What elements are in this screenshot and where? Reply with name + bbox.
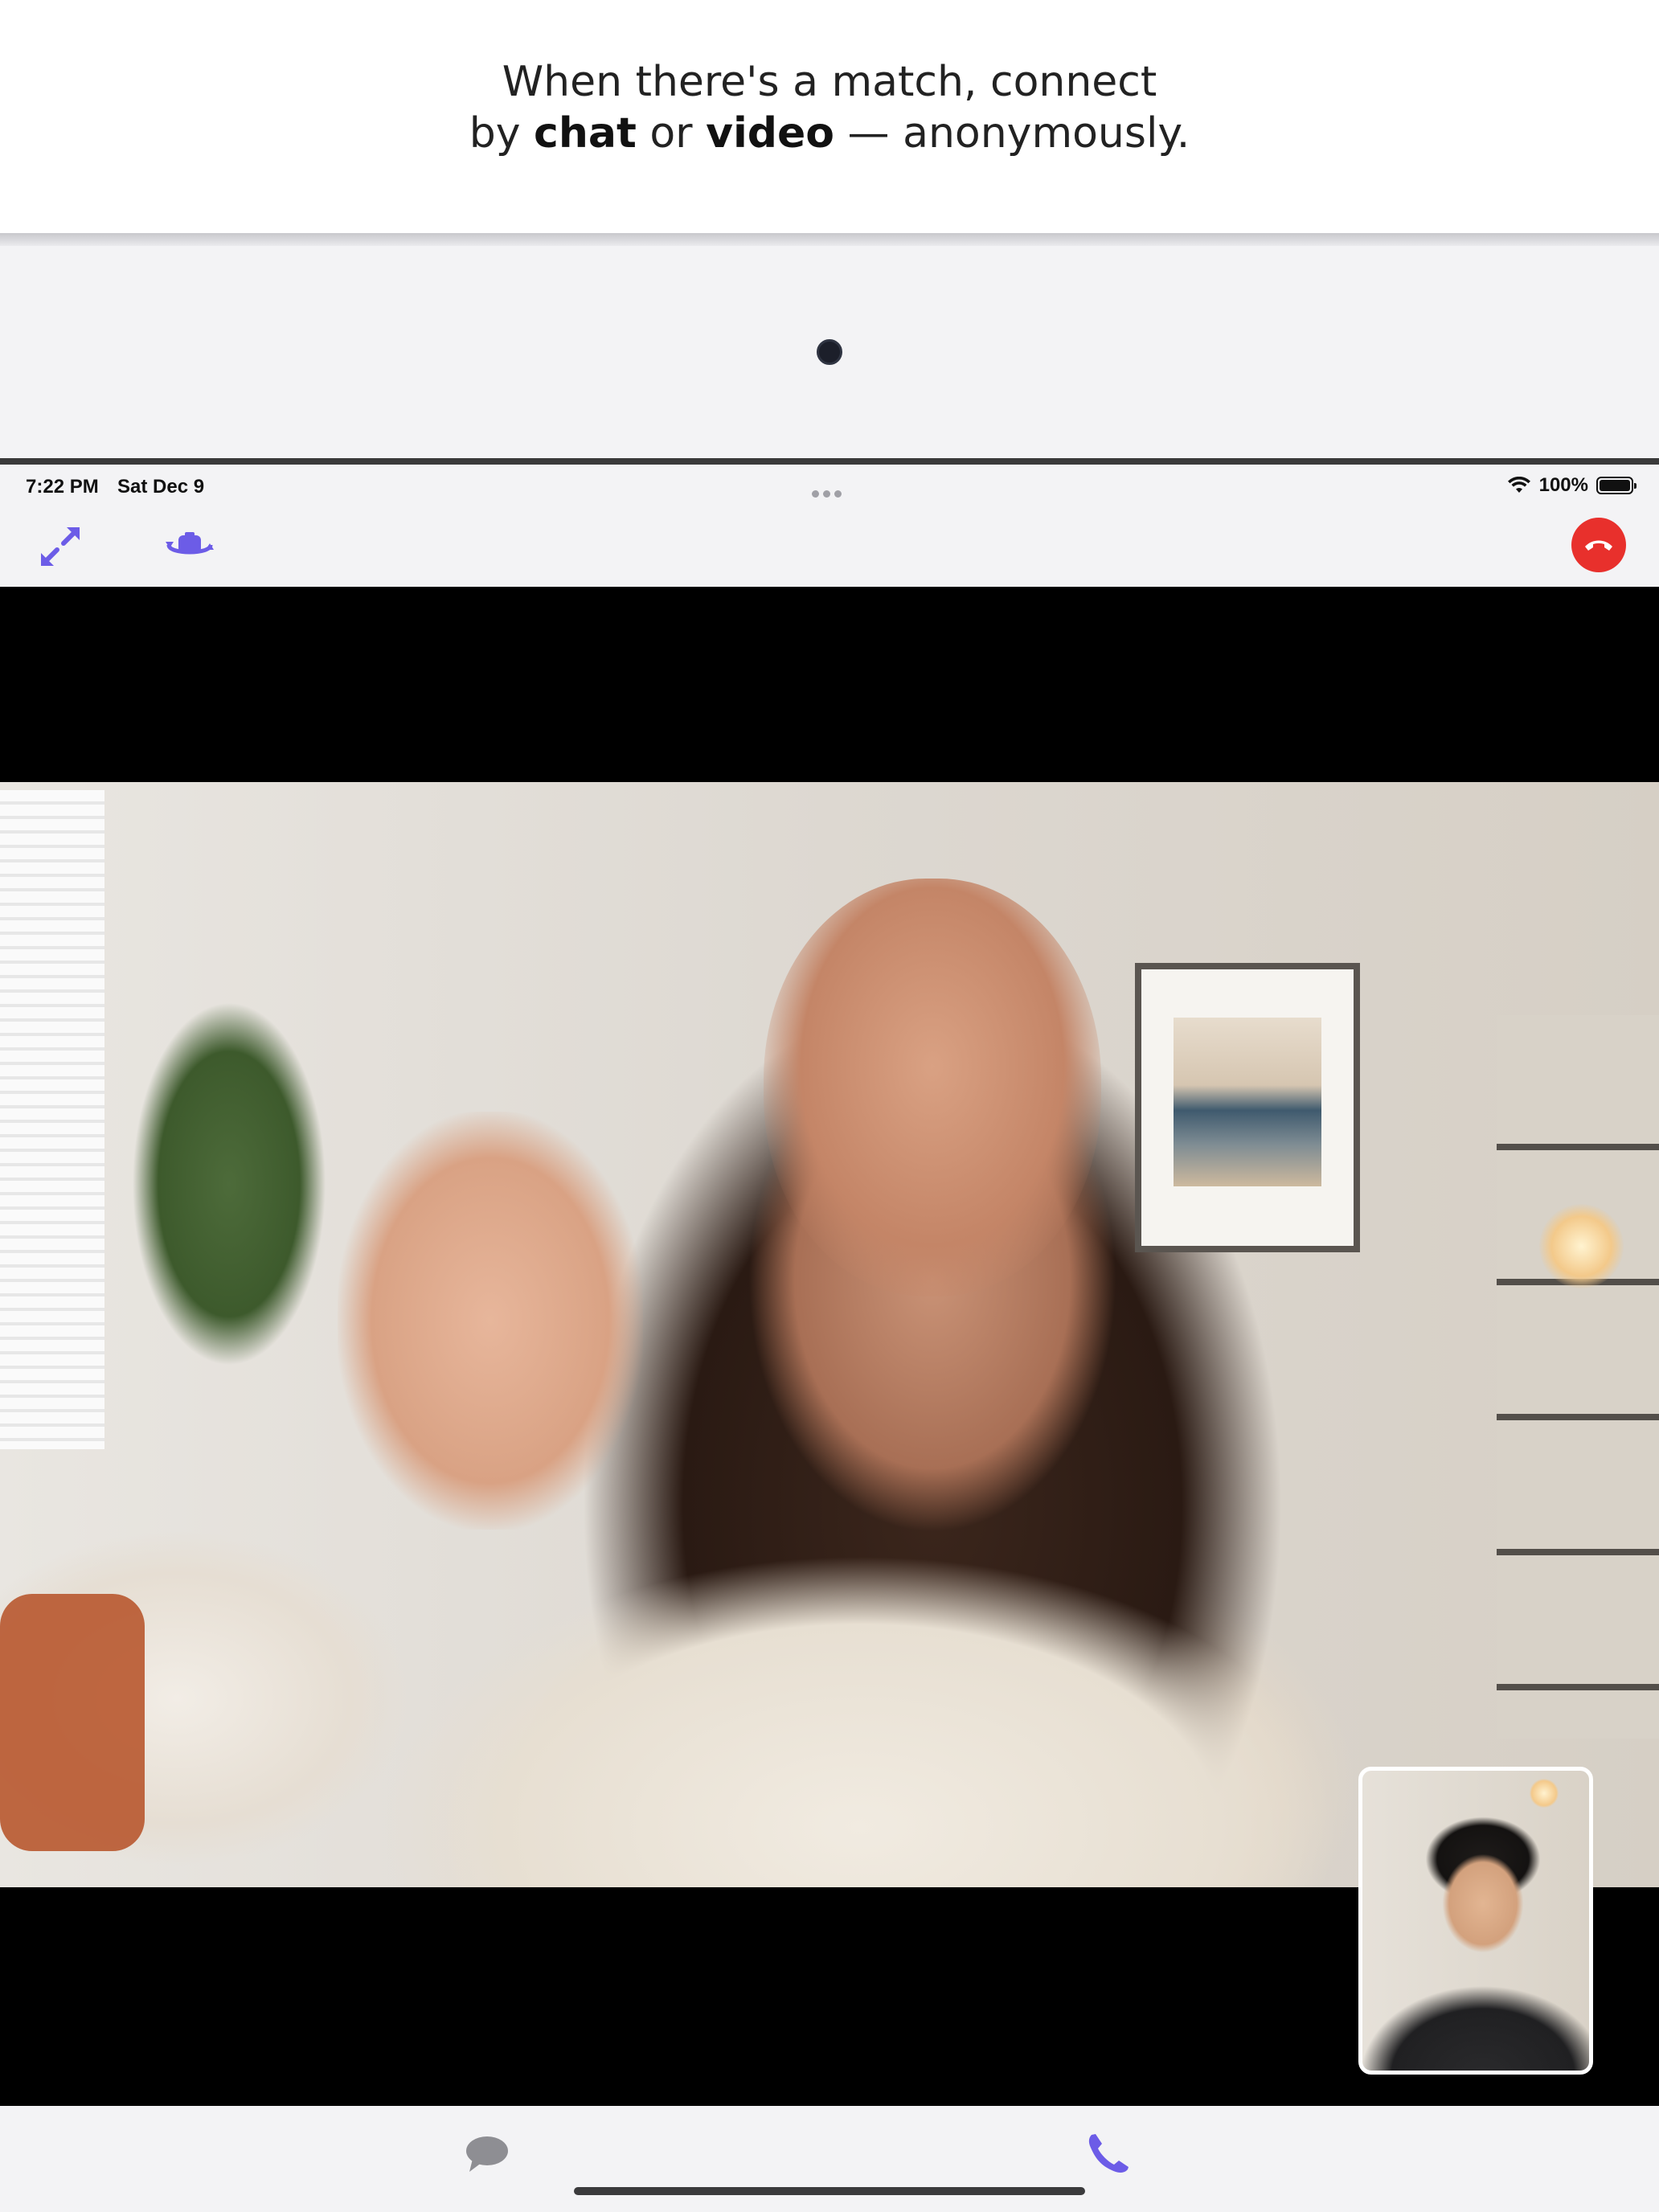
remote-participant-video[interactable] bbox=[0, 782, 1659, 1887]
hang-up-button[interactable] bbox=[1571, 518, 1626, 572]
status-time: 7:22 PM bbox=[26, 476, 99, 498]
caption-chat-word: chat bbox=[534, 109, 637, 158]
caption-line-1: When there's a match, connect bbox=[502, 58, 1157, 106]
tab-call[interactable] bbox=[1083, 2130, 1132, 2178]
call-toolbar bbox=[0, 510, 1659, 587]
background-window bbox=[0, 790, 104, 1449]
caption-text: or bbox=[636, 109, 707, 158]
multitasking-dots-icon[interactable] bbox=[812, 481, 847, 498]
participant-sweater bbox=[273, 1489, 1447, 1887]
background-plant bbox=[96, 943, 362, 1489]
flip-camera-icon bbox=[166, 532, 214, 555]
background-shelf bbox=[1497, 1015, 1659, 1739]
chat-bubble-icon bbox=[466, 2136, 508, 2172]
home-indicator[interactable] bbox=[574, 2187, 1085, 2195]
battery-icon bbox=[1596, 477, 1636, 494]
participant-waving-hand bbox=[338, 1112, 643, 1530]
background-pillow bbox=[0, 1594, 145, 1851]
screen-edge bbox=[0, 458, 1659, 465]
expand-button[interactable] bbox=[32, 521, 88, 572]
status-right-group: 100% bbox=[1507, 473, 1636, 498]
expand-icon bbox=[41, 527, 80, 566]
tab-chat[interactable] bbox=[465, 2135, 510, 2175]
status-date: Sat Dec 9 bbox=[117, 476, 205, 498]
participant-face bbox=[764, 879, 1101, 1296]
background-lamp bbox=[1539, 1204, 1624, 1288]
background-wall-art bbox=[1135, 963, 1360, 1252]
marketing-caption: When there's a match, connect by chat or… bbox=[0, 56, 1659, 159]
caption-text: by bbox=[469, 109, 535, 158]
caption-video-word: video bbox=[706, 109, 835, 158]
self-view-video[interactable] bbox=[1358, 1767, 1593, 2075]
caption-text: — anonymously. bbox=[834, 109, 1190, 158]
flip-camera-button[interactable] bbox=[158, 521, 222, 572]
self-view-lamp bbox=[1530, 1779, 1559, 1808]
phone-icon bbox=[1088, 2134, 1129, 2173]
bottom-tab-bar bbox=[0, 2106, 1659, 2212]
battery-percent: 100% bbox=[1538, 474, 1588, 496]
status-bar: 7:22 PM Sat Dec 9 100% bbox=[0, 465, 1659, 510]
hang-up-icon bbox=[1585, 540, 1612, 551]
caption-line-2: by chat or video — anonymously. bbox=[0, 108, 1659, 159]
front-camera-icon bbox=[817, 339, 842, 365]
wifi-icon bbox=[1507, 477, 1530, 493]
